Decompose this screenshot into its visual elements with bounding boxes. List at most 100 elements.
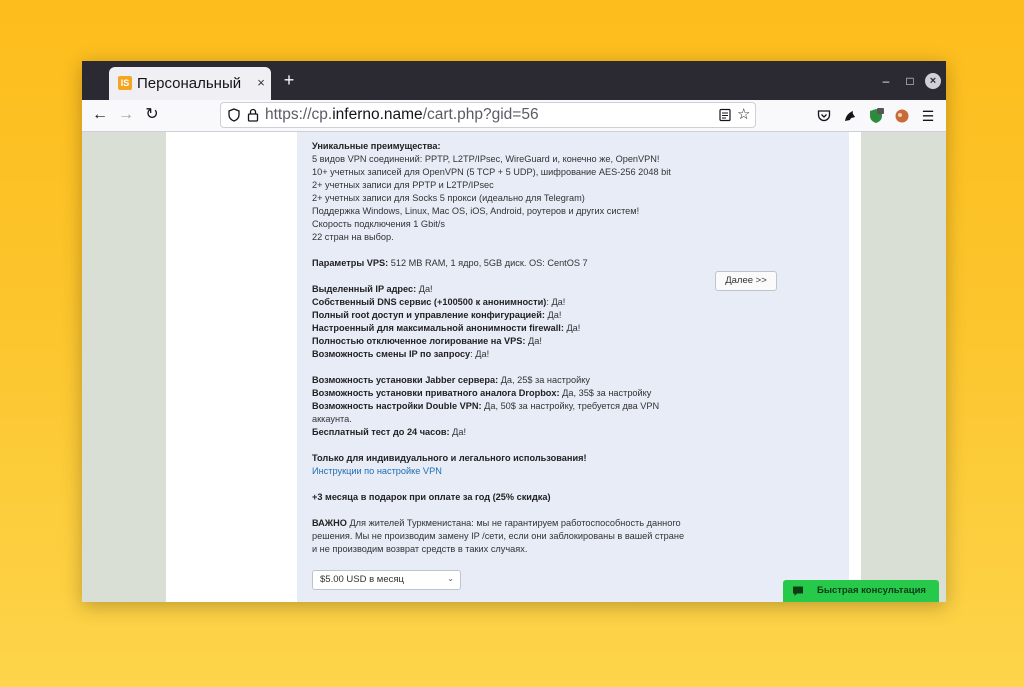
feature-value: 2+ учетных записи для Socks 5 прокси (ид…: [312, 193, 585, 203]
feature-value: : Да!: [470, 349, 490, 359]
description-line: решения. Мы не производим замену IP /сет…: [312, 530, 712, 543]
new-tab-button[interactable]: +: [280, 70, 298, 90]
extension-icon[interactable]: [894, 108, 910, 124]
description-line: Возможность установки приватного аналога…: [312, 387, 712, 400]
shield-icon[interactable]: [227, 108, 241, 122]
feature-label: Бесплатный тест до 24 часов:: [312, 427, 450, 437]
feature-value: Да!: [525, 336, 542, 346]
extension-icon[interactable]: [842, 108, 858, 124]
feature-value: 2+ учетных записи для PPTP и L2TP/IPsec: [312, 180, 494, 190]
menu-icon[interactable]: ☰: [920, 108, 936, 124]
description-line: Полный root доступ и управление конфигур…: [312, 309, 712, 322]
feature-label: Настроенный для максимальной анонимности…: [312, 323, 564, 333]
url-domain: inferno.name: [332, 106, 423, 123]
bookmark-star-icon[interactable]: ☆: [737, 107, 753, 123]
url-prefix: https://cp.: [265, 106, 333, 123]
feature-label: Параметры VPS:: [312, 258, 389, 268]
description-line: Поддержка Windows, Linux, Mac OS, iOS, A…: [312, 205, 712, 218]
product-description: Уникальные преимущества: 5 видов VPN соед…: [312, 140, 712, 556]
tab-close-icon[interactable]: ×: [254, 74, 268, 92]
tab-active[interactable]: IS Персональный VP ×: [109, 67, 271, 100]
minimize-button[interactable]: –: [878, 73, 894, 89]
feature-label: ВАЖНО: [312, 518, 347, 528]
description-line: 5 видов VPN соединений: PPTP, L2TP/IPsec…: [312, 153, 712, 166]
page-content: Уникальные преимущества: 5 видов VPN соед…: [82, 132, 946, 602]
billing-cycle-value: $5.00 USD в месяц: [320, 574, 404, 585]
tab-title: Персональный VP: [137, 75, 245, 92]
extension-icon[interactable]: [868, 108, 884, 124]
description-line: 2+ учетных записи для Socks 5 прокси (ид…: [312, 192, 712, 205]
close-window-button[interactable]: ×: [925, 73, 941, 89]
feature-label: Уникальные преимущества:: [312, 141, 441, 151]
billing-cycle-select[interactable]: $5.00 USD в месяц ⌄: [312, 570, 461, 590]
title-bar: IS Персональный VP × + – □ ×: [82, 61, 946, 100]
chat-widget-button[interactable]: Быстрая консультация: [783, 580, 939, 602]
feature-value: 10+ учетных записей для OpenVPN (5 TCP +…: [312, 167, 671, 177]
feature-label: Полностью отключенное логирование на VPS…: [312, 336, 526, 346]
description-line: Возможность смены IP по запросу: Да!: [312, 348, 712, 361]
description-line: +3 месяца в подарок при оплате за год (2…: [312, 491, 712, 504]
vpn-instructions-link[interactable]: Инструкции по настройке VPN: [312, 466, 442, 476]
back-arrow-icon[interactable]: ←: [90, 105, 110, 125]
feature-label: +3 месяца в подарок при оплате за год (2…: [312, 492, 551, 502]
url-path: /cart.php?gid=56: [422, 106, 539, 123]
feature-value: : Да!: [546, 297, 566, 307]
description-line: Полностью отключенное логирование на VPS…: [312, 335, 712, 348]
feature-value: 22 стран на выбор.: [312, 232, 394, 242]
feature-value: Да!: [563, 323, 581, 333]
chevron-down-icon: ⌄: [447, 574, 454, 583]
feature-label: Возможность смены IP по запросу: [312, 349, 471, 359]
reader-view-icon[interactable]: [718, 108, 732, 122]
description-line: Только для индивидуального и легального …: [312, 452, 712, 465]
description-line: Бесплатный тест до 24 часов: Да!: [312, 426, 712, 439]
feature-value: Поддержка Windows, Linux, Mac OS, iOS, A…: [312, 206, 640, 216]
nav-bar: ← → ↻ https://cp.inferno.name/cart.php?g…: [82, 100, 946, 132]
feature-value: Да!: [449, 427, 467, 437]
lock-icon[interactable]: [247, 108, 259, 122]
description-line: 22 стран на выбор.: [312, 231, 712, 244]
feature-value: Да!: [416, 284, 433, 294]
description-line: Выделенный IP адрес: Да!: [312, 283, 712, 296]
maximize-button[interactable]: □: [902, 73, 918, 89]
feature-label: Полный root доступ и управление конфигур…: [312, 310, 545, 320]
description-line: Скорость подключения 1 Gbit/s: [312, 218, 712, 231]
next-button[interactable]: Далее >>: [715, 271, 777, 291]
url-text[interactable]: https://cp.inferno.name/cart.php?gid=56: [265, 106, 539, 124]
description-line: Параметры VPS: 512 MB RAM, 1 ядро, 5GB д…: [312, 257, 712, 270]
chat-label: Быстрая консультация: [817, 585, 926, 596]
feature-value: 5 видов VPN соединений: PPTP, L2TP/IPsec…: [312, 154, 660, 164]
description-line: 2+ учетных записи для PPTP и L2TP/IPsec: [312, 179, 712, 192]
description-line: аккаунта.: [312, 413, 712, 426]
feature-label: Собственный DNS сервис (+100500 к аноним…: [312, 297, 547, 307]
url-bar[interactable]: https://cp.inferno.name/cart.php?gid=56 …: [220, 102, 756, 128]
description-line: ВАЖНО Для жителей Туркменистана: мы не г…: [312, 517, 712, 530]
feature-label: Только для индивидуального и легального …: [312, 453, 587, 463]
feature-value: Да!: [544, 310, 562, 320]
description-line: Инструкции по настройке VPN: [312, 465, 712, 478]
forward-arrow-icon[interactable]: →: [116, 105, 136, 125]
description-line: Уникальные преимущества:: [312, 140, 712, 153]
feature-value: 512 MB RAM, 1 ядро, 5GB диск. OS: CentOS…: [388, 258, 588, 268]
description-line: Возможность настройки Double VPN: Да, 50…: [312, 400, 712, 413]
pocket-icon[interactable]: [816, 108, 832, 124]
feature-label: Возможность настройки Double VPN:: [312, 401, 482, 411]
feature-label: Возможность установки приватного аналога…: [312, 388, 560, 398]
feature-label: Возможность установки Jabber сервера:: [312, 375, 499, 385]
reload-icon[interactable]: ↻: [142, 105, 162, 125]
chat-icon: [793, 586, 803, 596]
tab-favicon-icon: IS: [118, 76, 132, 90]
description-line: и не производим возврат средств в таких …: [312, 543, 712, 556]
feature-value: Да, 35$ за настройку: [559, 388, 652, 398]
description-line: Возможность установки Jabber сервера: Да…: [312, 374, 712, 387]
browser-window: IS Персональный VP × + – □ × ← → ↻ https…: [82, 61, 946, 602]
feature-value: решения. Мы не производим замену IP /сет…: [312, 531, 685, 541]
feature-label: Выделенный IP адрес:: [312, 284, 417, 294]
feature-value: Для жителей Туркменистана: мы не гаранти…: [346, 518, 681, 528]
feature-value: и не производим возврат средств в таких …: [312, 544, 528, 554]
